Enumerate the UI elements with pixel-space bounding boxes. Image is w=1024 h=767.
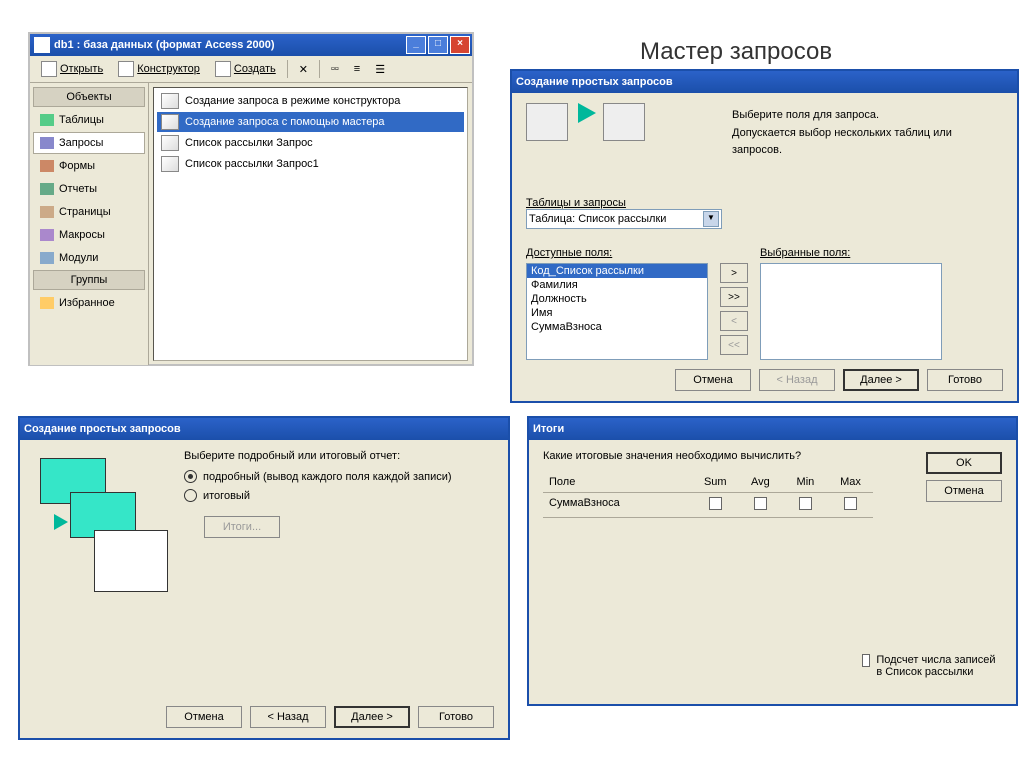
- list-item[interactable]: Список рассылки Запрос1: [157, 154, 464, 174]
- open-button[interactable]: Открыть: [34, 58, 110, 80]
- list-item[interactable]: Создание запроса с помощью мастера: [157, 112, 464, 132]
- table-row: СуммаВзноса: [543, 493, 873, 518]
- summary-radio[interactable]: итоговый: [184, 489, 494, 502]
- radio-icon: [184, 489, 197, 502]
- new-icon: [215, 61, 231, 77]
- sidebar-item-queries[interactable]: Запросы: [33, 132, 145, 154]
- cancel-button[interactable]: Отмена: [926, 480, 1002, 502]
- totals-button[interactable]: Итоги...: [204, 516, 280, 538]
- list-view-button[interactable]: ≡: [347, 60, 367, 78]
- list-item[interactable]: Фамилия: [527, 278, 707, 292]
- details-view-button[interactable]: ☰: [368, 60, 392, 79]
- count-records-checkbox[interactable]: Подсчет числа записей в Список рассылки: [862, 654, 1002, 678]
- finish-button[interactable]: Готово: [927, 369, 1003, 391]
- wizard-icon: [161, 114, 179, 130]
- table-combo[interactable]: Таблица: Список рассылки▼: [526, 209, 722, 229]
- sidebar-item-forms[interactable]: Формы: [33, 155, 145, 177]
- list-item[interactable]: Код_Список рассылки: [527, 264, 707, 278]
- list-item[interactable]: Создание запроса в режиме конструктора: [157, 91, 464, 111]
- avg-checkbox[interactable]: [754, 497, 767, 510]
- wizard-instructions: Выберите поля для запроса. Допускается в…: [732, 107, 1003, 160]
- arrow-icon: [54, 514, 68, 530]
- move-all-right-button[interactable]: >>: [720, 287, 748, 307]
- sidebar-item-favorites[interactable]: Избранное: [33, 292, 145, 314]
- list-item[interactable]: Список рассылки Запрос: [157, 133, 464, 153]
- wizard-graphic-icon: [603, 103, 645, 141]
- close-button[interactable]: ×: [450, 36, 470, 54]
- col-field: Поле: [543, 472, 693, 492]
- dialog-title: Создание простых запросов: [516, 76, 1015, 88]
- sidebar-item-pages[interactable]: Страницы: [33, 201, 145, 223]
- dialog-title: Создание простых запросов: [24, 423, 506, 435]
- min-checkbox[interactable]: [799, 497, 812, 510]
- toolbar: Открыть Конструктор Создать ✕ ▫▫ ≡ ☰: [30, 56, 472, 83]
- detail-radio[interactable]: подробный (вывод каждого поля каждой зап…: [184, 470, 494, 483]
- query-icon: [161, 135, 179, 151]
- sum-checkbox[interactable]: [709, 497, 722, 510]
- cancel-button[interactable]: Отмена: [675, 369, 751, 391]
- design-icon: [118, 61, 134, 77]
- window-title: db1 : база данных (формат Access 2000): [54, 39, 406, 51]
- selected-fields-list[interactable]: [760, 263, 942, 360]
- selected-fields-label: Выбранные поля:: [760, 247, 942, 259]
- max-checkbox[interactable]: [844, 497, 857, 510]
- available-fields-list[interactable]: Код_Список рассылки Фамилия Должность Им…: [526, 263, 708, 360]
- ok-button[interactable]: OK: [926, 452, 1002, 474]
- sidebar-item-macros[interactable]: Макросы: [33, 224, 145, 246]
- minimize-button[interactable]: _: [406, 36, 426, 54]
- tables-label: Таблицы и запросы: [526, 197, 1003, 209]
- maximize-button[interactable]: □: [428, 36, 448, 54]
- small-icons-button[interactable]: ▫▫: [324, 60, 346, 78]
- available-fields-label: Доступные поля:: [526, 247, 708, 259]
- main-list: Создание запроса в режиме конструктора С…: [153, 87, 468, 361]
- design-button[interactable]: Конструктор: [111, 58, 207, 80]
- create-button[interactable]: Создать: [208, 58, 283, 80]
- list-item[interactable]: СуммаВзноса: [527, 320, 707, 334]
- objects-header: Объекты: [33, 87, 145, 107]
- next-button[interactable]: Далее >: [334, 706, 410, 728]
- sidebar: Объекты Таблицы Запросы Формы Отчеты Стр…: [30, 83, 149, 365]
- move-left-button[interactable]: <: [720, 311, 748, 331]
- sidebar-item-modules[interactable]: Модули: [33, 247, 145, 269]
- list-item[interactable]: Имя: [527, 306, 707, 320]
- totals-dialog: Итоги Какие итоговые значения необходимо…: [527, 416, 1018, 706]
- col-max: Max: [828, 472, 873, 492]
- wizard-heading: Выберите подробный или итоговый отчет:: [184, 450, 494, 462]
- chevron-down-icon: ▼: [703, 211, 719, 227]
- count-label: Подсчет числа записей в Список рассылки: [876, 654, 1002, 678]
- query-icon: [161, 156, 179, 172]
- db-window: db1 : база данных (формат Access 2000) _…: [28, 32, 474, 366]
- back-button[interactable]: < Назад: [250, 706, 326, 728]
- col-sum: Sum: [693, 472, 738, 492]
- radio-icon: [184, 470, 197, 483]
- cancel-button[interactable]: Отмена: [166, 706, 242, 728]
- wizard-icon: [161, 93, 179, 109]
- move-all-left-button[interactable]: <<: [720, 335, 748, 355]
- move-right-button[interactable]: >: [720, 263, 748, 283]
- arrow-icon: [578, 103, 596, 123]
- col-avg: Avg: [738, 472, 783, 492]
- wizard-summary-dialog: Создание простых запросов Выберите подро…: [18, 416, 510, 740]
- page-title: Мастер запросов: [640, 38, 832, 66]
- checkbox-icon: [862, 654, 870, 667]
- wizard-fields-dialog: Создание простых запросов Выберите поля …: [510, 69, 1019, 403]
- open-icon: [41, 61, 57, 77]
- preview-graphic: [34, 450, 174, 600]
- titlebar: db1 : база данных (формат Access 2000) _…: [30, 34, 472, 56]
- dialog-title: Итоги: [533, 423, 1014, 435]
- wizard-graphic-icon: [526, 103, 568, 141]
- sidebar-item-tables[interactable]: Таблицы: [33, 109, 145, 131]
- list-item[interactable]: Должность: [527, 292, 707, 306]
- sidebar-item-reports[interactable]: Отчеты: [33, 178, 145, 200]
- col-min: Min: [783, 472, 828, 492]
- groups-header: Группы: [33, 270, 145, 290]
- finish-button[interactable]: Готово: [418, 706, 494, 728]
- back-button[interactable]: < Назад: [759, 369, 835, 391]
- next-button[interactable]: Далее >: [843, 369, 919, 391]
- delete-button[interactable]: ✕: [292, 60, 315, 79]
- db-icon: [34, 37, 50, 53]
